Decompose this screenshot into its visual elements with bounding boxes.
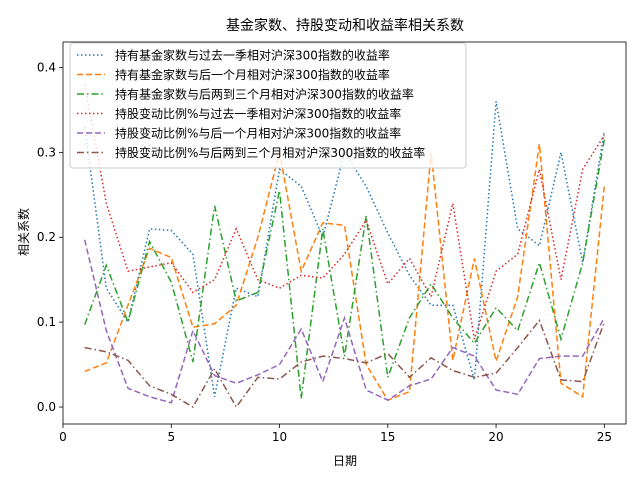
x-tick-label: 25 [597, 430, 612, 444]
legend-label: 持有基金家数与过去一季相对沪深300指数的收益率 [115, 48, 390, 63]
chart-canvas: 0 5 10 15 20 25 0.0 0.1 0.2 0.3 0.4 持有基金家数与过去一季相对沪… [0, 0, 640, 480]
y-tick-label: 0.2 [37, 230, 56, 244]
x-tick-label: 10 [272, 430, 287, 444]
x-tick-label: 0 [59, 430, 67, 444]
legend-label: 持有基金家数与后一个月相对沪深300指数的收益率 [115, 67, 390, 82]
y-tick-label: 0.4 [37, 60, 56, 74]
chart-title: 基金家数、持股变动和收益率相关系数 [226, 17, 464, 34]
y-tick-label: 0.0 [37, 400, 56, 414]
x-tick-label: 5 [167, 430, 175, 444]
chart: 0 5 10 15 20 25 0.0 0.1 0.2 0.3 0.4 持有基金家数与过去一季相对沪… [0, 0, 640, 480]
legend-label: 持股变动比例%与过去一季相对沪深300指数的收益率 [115, 106, 401, 121]
legend-label: 持股变动比例%与后一个月相对沪深300指数的收益率 [115, 126, 401, 141]
y-axis-label: 相关系数 [16, 208, 31, 256]
legend: 持有基金家数与过去一季相对沪深300指数的收益率持有基金家数与后一个月相对沪深3… [69, 42, 467, 169]
x-axis-label: 日期 [333, 454, 357, 468]
x-tick-label: 15 [380, 430, 395, 444]
legend-label: 持有基金家数与后两到三个月相对沪深300指数的收益率 [115, 87, 414, 102]
y-tick-label: 0.3 [37, 145, 56, 159]
y-tick-label: 0.1 [37, 315, 56, 329]
legend-label: 持股变动比例%与后两到三个月相对沪深300指数的收益率 [115, 145, 425, 160]
x-tick-label: 20 [488, 430, 503, 444]
